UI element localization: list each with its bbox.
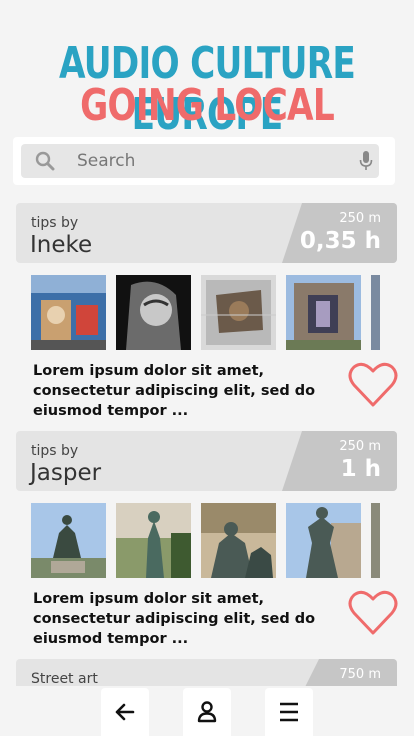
profile-button[interactable] — [183, 688, 231, 736]
heart-icon[interactable] — [348, 589, 398, 637]
thumbnail-image[interactable] — [31, 275, 106, 350]
card-subtitle: Street art — [31, 671, 98, 687]
card-header[interactable]: tips by Ineke 250 m 0,35 h — [16, 203, 397, 263]
thumbnail-strip[interactable] — [31, 275, 397, 350]
thumbnail-image[interactable] — [201, 503, 276, 578]
duration-label: 0,35 h — [299, 228, 381, 254]
thumbnail-image[interactable] — [371, 503, 380, 578]
card-description: Lorem ipsum dolor sit amet, consectetur … — [33, 591, 316, 647]
thumbnail-image[interactable] — [116, 275, 191, 350]
distance-label: 750 m — [339, 667, 381, 682]
thumbnail-image[interactable] — [286, 275, 361, 350]
thumbnail-image[interactable] — [201, 275, 276, 350]
distance-label: 250 m — [339, 439, 381, 454]
card-header[interactable]: tips by Jasper 250 m 1 h — [16, 431, 397, 491]
thumbnail-image[interactable] — [286, 503, 361, 578]
search-input[interactable] — [77, 144, 337, 178]
thumbnail-image[interactable] — [116, 503, 191, 578]
distance-label: 250 m — [339, 211, 381, 226]
arrow-left-icon — [115, 703, 135, 721]
menu-icon — [280, 702, 298, 722]
tour-card-jasper[interactable]: tips by Jasper 250 m 1 h Lorem ipsum dol… — [16, 431, 398, 647]
user-icon — [197, 701, 217, 723]
back-button[interactable] — [101, 688, 149, 736]
search-box[interactable] — [21, 144, 379, 178]
tour-card-ineke[interactable]: tips by Ineke 250 m 0,35 h Lorem ipsum d… — [16, 203, 398, 419]
guide-name: Jasper — [30, 460, 102, 486]
thumbnail-image[interactable] — [31, 503, 106, 578]
guide-name: Ineke — [30, 232, 93, 258]
search-bar — [13, 137, 395, 185]
app-subtitle: GOING LOCAL — [80, 80, 335, 131]
thumbnail-image[interactable] — [371, 275, 380, 350]
duration-label: 1 h — [340, 456, 381, 482]
card-description: Lorem ipsum dolor sit amet, consectetur … — [33, 363, 316, 419]
thumbnail-strip[interactable] — [31, 503, 397, 578]
search-icon — [35, 151, 55, 171]
card-subtitle: tips by — [31, 443, 79, 459]
heart-icon[interactable] — [348, 361, 398, 409]
card-subtitle: tips by — [31, 215, 79, 231]
microphone-icon[interactable] — [359, 151, 373, 171]
menu-button[interactable] — [265, 688, 313, 736]
